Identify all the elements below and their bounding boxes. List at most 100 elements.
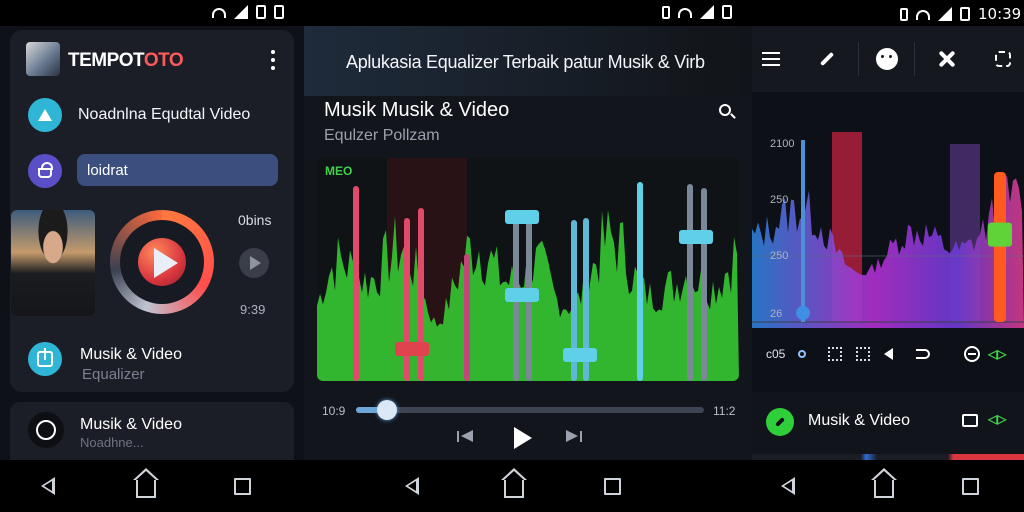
eq-slider-track[interactable] bbox=[464, 254, 470, 381]
app-logo bbox=[26, 42, 60, 76]
icon-row-label: c05 bbox=[766, 347, 786, 361]
eq-slider-knob[interactable] bbox=[679, 230, 713, 244]
speaker-icon[interactable] bbox=[884, 344, 893, 364]
eq-slider-track[interactable] bbox=[637, 182, 643, 381]
status-icons-left bbox=[212, 5, 284, 19]
player-subtitle: Equlzer Pollzam bbox=[324, 127, 440, 144]
signal-icon bbox=[938, 7, 952, 21]
arrows-icon[interactable]: ◁▷ bbox=[988, 344, 1006, 364]
eq-slider-knob[interactable] bbox=[563, 348, 597, 362]
row3-subtitle: Equalizer bbox=[82, 366, 145, 383]
eq-slider-knob[interactable] bbox=[505, 210, 539, 224]
eq-slider-track[interactable] bbox=[687, 184, 693, 381]
row3-title[interactable]: Musik & Video bbox=[80, 346, 182, 364]
smiley-icon[interactable] bbox=[872, 44, 902, 74]
status-icons-right: 10:39 bbox=[900, 5, 1021, 23]
eq-slider-knob[interactable] bbox=[395, 342, 429, 356]
spectrum-area: 2100 250 250 26 bbox=[752, 126, 1024, 328]
wifi-icon bbox=[678, 8, 692, 18]
eq-slider-knob[interactable] bbox=[505, 288, 539, 302]
next-icon[interactable] bbox=[239, 248, 269, 278]
seek-bar[interactable] bbox=[356, 400, 704, 420]
app-brand: TEMPOTOTO bbox=[68, 50, 184, 72]
search-icon[interactable] bbox=[719, 104, 731, 116]
select-icon[interactable] bbox=[856, 344, 870, 364]
player-title: Musik Musik & Video bbox=[324, 99, 510, 121]
wifi-icon bbox=[212, 8, 226, 18]
play-ring[interactable] bbox=[110, 210, 214, 314]
battery-icon bbox=[960, 7, 970, 21]
eq-slider-track[interactable] bbox=[404, 218, 410, 381]
eq-slider-track[interactable] bbox=[353, 186, 359, 381]
status-icons-center bbox=[662, 5, 732, 19]
dot-icon[interactable] bbox=[798, 344, 806, 364]
row1-label[interactable]: Noadnlna Equdtal Video bbox=[78, 106, 250, 124]
back-icon[interactable] bbox=[400, 474, 424, 498]
left-slider-knob[interactable] bbox=[796, 305, 810, 320]
y-label: 2100 bbox=[770, 138, 795, 150]
arrows-icon[interactable]: ◁▷ bbox=[988, 412, 1006, 426]
signal-icon bbox=[700, 5, 714, 19]
right-panel: 2100 250 250 26 c05 ◁▷ Musik & Video ◁▷ bbox=[752, 26, 1024, 460]
brand-part1: TEMPOT bbox=[68, 50, 144, 71]
y-label: 250 bbox=[770, 250, 789, 262]
battery-icon bbox=[722, 5, 732, 19]
time-end: 11:2 bbox=[713, 404, 736, 418]
spectrum-tools: c05 ◁▷ bbox=[752, 344, 1024, 368]
search-input[interactable]: loidrat bbox=[77, 154, 278, 186]
recent-apps-icon[interactable] bbox=[600, 474, 624, 498]
card2-title: Musik & Video bbox=[80, 416, 182, 433]
left-slider-track[interactable] bbox=[801, 140, 805, 322]
spectrum-waveform bbox=[752, 175, 1024, 328]
select-icon[interactable] bbox=[828, 344, 842, 364]
navigation-icon[interactable] bbox=[28, 98, 62, 132]
equalizer-icon[interactable] bbox=[28, 342, 62, 376]
more-menu-icon[interactable] bbox=[270, 50, 276, 70]
crossed-tools-icon[interactable] bbox=[932, 44, 962, 74]
clock-icon bbox=[28, 412, 64, 448]
headline: Aplukasia Equalizer Terbaik patur Musik … bbox=[346, 52, 705, 72]
rotate-icon[interactable] bbox=[988, 44, 1018, 74]
recent-apps-icon[interactable] bbox=[230, 474, 254, 498]
recent-apps-icon[interactable] bbox=[958, 474, 982, 498]
navigation-bar bbox=[0, 460, 1024, 512]
track-title: Musik & Video bbox=[808, 412, 910, 429]
seek-knob[interactable] bbox=[377, 400, 398, 420]
basket-icon[interactable] bbox=[28, 154, 62, 188]
loop-icon[interactable] bbox=[916, 344, 930, 364]
main-card: TEMPOTOTO Noadnlna Equdtal Video loidrat… bbox=[10, 30, 294, 392]
brand-part2: OTO bbox=[143, 50, 184, 71]
previous-icon[interactable] bbox=[456, 426, 476, 446]
back-icon[interactable] bbox=[36, 474, 60, 498]
eq-slider-track[interactable] bbox=[701, 188, 707, 381]
next-track-icon[interactable] bbox=[564, 426, 584, 446]
cast-icon[interactable] bbox=[962, 414, 978, 427]
shield-icon bbox=[900, 7, 908, 21]
status-time: 10:39 bbox=[978, 5, 1022, 23]
play-button[interactable] bbox=[510, 426, 534, 450]
home-icon[interactable] bbox=[501, 468, 527, 498]
equalizer-visual bbox=[317, 158, 739, 381]
center-header: Aplukasia Equalizer Terbaik patur Musik … bbox=[304, 26, 752, 96]
signal-icon bbox=[234, 5, 248, 19]
wifi-icon bbox=[916, 10, 930, 20]
back-icon[interactable] bbox=[776, 474, 800, 498]
home-icon[interactable] bbox=[133, 468, 159, 498]
toolbar-divider bbox=[914, 42, 915, 76]
right-slider-track[interactable] bbox=[994, 172, 1006, 322]
y-label: 250 bbox=[770, 194, 789, 206]
menu-icon[interactable] bbox=[756, 44, 786, 74]
minus-circle-icon[interactable] bbox=[964, 344, 980, 364]
center-panel: Aplukasia Equalizer Terbaik patur Musik … bbox=[304, 26, 752, 460]
y-label: 26 bbox=[770, 308, 783, 320]
card2-subtitle: Noadhne... bbox=[80, 435, 144, 450]
home-icon[interactable] bbox=[871, 468, 897, 498]
pencil-icon[interactable] bbox=[812, 44, 842, 74]
right-slider-knob[interactable] bbox=[988, 222, 1012, 247]
track-row[interactable]: Musik & Video ◁▷ bbox=[752, 392, 1024, 460]
secondary-card[interactable]: Musik & Video Noadhne... bbox=[10, 402, 294, 460]
play-icon[interactable] bbox=[154, 248, 178, 278]
battery-icon bbox=[256, 5, 266, 19]
vibrate-icon bbox=[662, 5, 670, 19]
total-time: 9:39 bbox=[240, 302, 266, 317]
